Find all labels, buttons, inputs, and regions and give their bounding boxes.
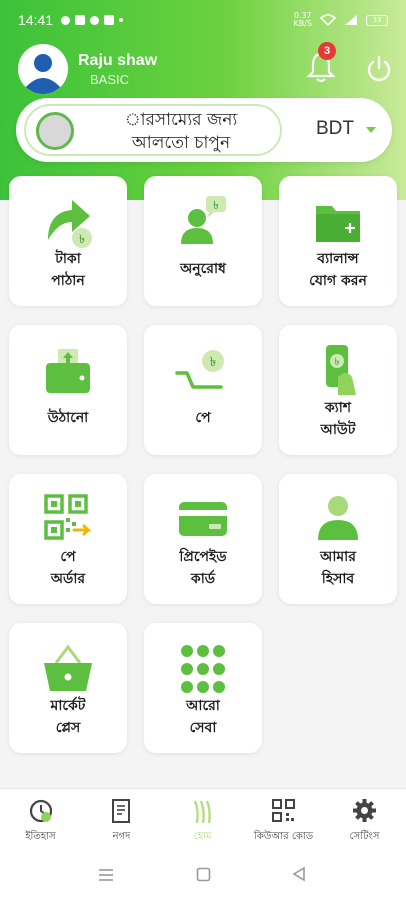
service-pay[interactable]: ৳ পে: [144, 325, 262, 455]
service-request-money[interactable]: ৳ অনুরোধ: [144, 176, 262, 306]
whatsapp-icon: [61, 15, 71, 25]
svg-text:৳: ৳: [335, 357, 340, 368]
power-icon[interactable]: [364, 54, 394, 84]
cash-receipt-icon: [112, 799, 130, 823]
service-more[interactable]: আরো সেবা: [144, 623, 262, 753]
marketplace-basket-icon: [44, 644, 92, 691]
nav-label: সেটিংস: [349, 831, 380, 842]
qr-code-icon: [272, 799, 295, 822]
gear-icon: [353, 799, 376, 822]
status-right: 0.37 KB/S 33: [293, 12, 388, 28]
home-logo-icon: [193, 800, 211, 824]
service-label: পে অর্ডার: [50, 549, 86, 587]
nav-home[interactable]: হোম: [162, 789, 243, 851]
nav-cash[interactable]: নগদ: [81, 789, 162, 851]
service-send-money[interactable]: ৳ টাকা পাঠান: [9, 176, 127, 306]
nav-label: কিউআর কোড: [253, 831, 314, 842]
nav-qr-code[interactable]: কিউআর কোড: [243, 789, 324, 851]
user-avatar-icon: [18, 44, 68, 94]
network-speed: 0.37 KB/S: [293, 11, 312, 28]
status-time: 14:41: [18, 12, 54, 28]
qr-pay-order-icon: [44, 494, 92, 540]
service-cash-out[interactable]: ৳ ক্যাশ আউট: [279, 325, 397, 455]
more-services-icon: [181, 645, 225, 693]
bottom-navigation: ইতিহাস নগদ হোম কিউআর কোড সেটিংস: [0, 788, 406, 850]
balance-card: ারসাম্যের জন্য আলতো চাপুন BDT: [16, 98, 392, 162]
history-icon: [29, 799, 53, 823]
service-label: টাকা পাঠান: [51, 251, 85, 289]
system-navigation-bar: [0, 850, 406, 900]
tap-for-balance-button[interactable]: ারসাম্যের জন্য আলতো চাপুন: [24, 104, 282, 156]
telegram-icon: [90, 15, 100, 25]
service-label: পে: [195, 410, 211, 426]
user-profile[interactable]: Raju shaw BASIC: [18, 44, 157, 94]
status-bar: 14:41 0.37 KB/S 33: [0, 0, 406, 40]
my-account-icon: [318, 496, 358, 540]
balance-toggle-icon: [36, 112, 74, 150]
svg-text:৳: ৳: [79, 232, 85, 246]
service-pay-order[interactable]: পে অর্ডার: [9, 474, 127, 604]
chevron-down-icon[interactable]: [366, 127, 376, 133]
more-dot-icon: [119, 18, 124, 22]
photo-icon: [104, 15, 115, 25]
balance-text-line2: আলতো চাপুন: [131, 133, 231, 153]
message-icon: [75, 15, 86, 25]
withdraw-icon: [46, 349, 90, 393]
prepaid-card-icon: [179, 502, 227, 536]
status-notification-icons: [61, 15, 124, 25]
battery-icon: 33: [366, 14, 388, 26]
service-label: মার্কেট প্লেস: [50, 698, 86, 736]
recent-apps-icon[interactable]: [98, 868, 114, 882]
nav-settings[interactable]: সেটিংস: [324, 789, 405, 851]
nav-history[interactable]: ইতিহাস: [0, 789, 81, 851]
service-label: অনুরোধ: [180, 261, 226, 277]
service-label: প্রিপেইড কার্ড: [179, 549, 227, 587]
service-prepaid-card[interactable]: প্রিপেইড কার্ড: [144, 474, 262, 604]
cash-out-icon: ৳: [326, 345, 356, 395]
avatar[interactable]: [18, 44, 68, 94]
service-label: আরো সেবা: [186, 698, 220, 736]
tap-for-balance-label: ারসাম্যের জন্য আলতো চাপুন: [86, 109, 276, 155]
nav-label: নগদ: [112, 831, 131, 842]
signal-icon: [345, 15, 357, 25]
service-marketplace[interactable]: মার্কেট প্লেস: [9, 623, 127, 753]
notification-badge: 3: [318, 42, 336, 60]
back-icon[interactable]: [292, 866, 306, 882]
request-money-icon: ৳: [181, 196, 226, 244]
account-tier: BASIC: [90, 71, 130, 87]
service-add-balance[interactable]: ব্যালান্স যোগ করন: [279, 176, 397, 306]
service-label: ক্যাশ আউট: [320, 400, 356, 438]
wifi-icon: [320, 14, 336, 26]
service-label: উঠানো: [47, 410, 89, 426]
add-balance-icon: [316, 206, 360, 242]
nav-label: হোম: [193, 831, 212, 842]
svg-text:৳: ৳: [210, 355, 216, 370]
home-button-icon[interactable]: [196, 867, 211, 882]
pay-icon: ৳: [175, 350, 224, 389]
svg-text:৳: ৳: [213, 199, 218, 212]
user-name: Raju shaw: [78, 51, 158, 69]
send-money-icon: ৳: [48, 200, 92, 248]
balance-text-line1: ারসাম্যের জন্য: [124, 110, 238, 130]
nav-label: ইতিহাস: [25, 831, 56, 842]
service-my-account[interactable]: আমার হিসাব: [279, 474, 397, 604]
service-label: ব্যালান্স যোগ করন: [309, 251, 367, 289]
service-label: আমার হিসাব: [320, 549, 356, 587]
currency-selector[interactable]: BDT: [316, 118, 354, 140]
service-withdraw[interactable]: উঠানো: [9, 325, 127, 455]
